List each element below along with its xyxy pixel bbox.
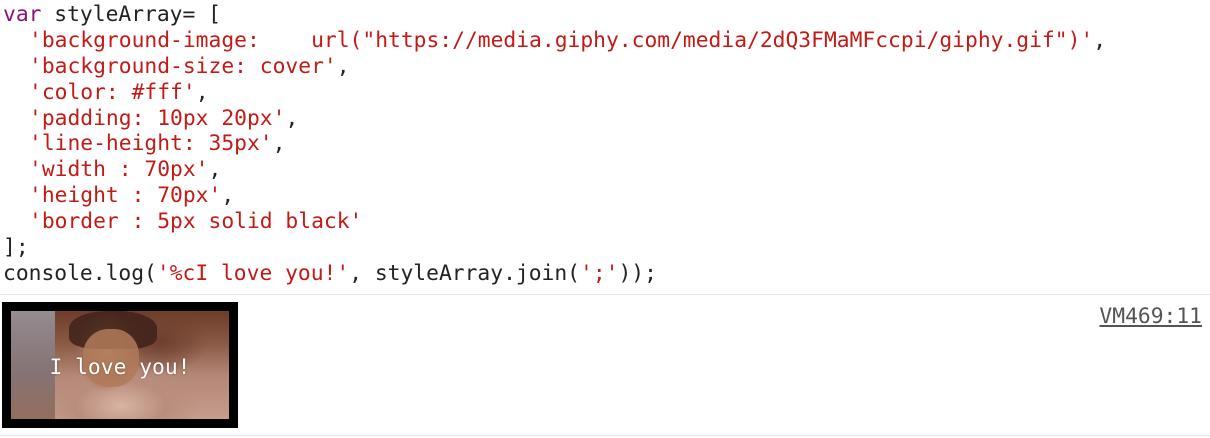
code-punct: , (272, 131, 286, 157)
code-punct: , (221, 183, 235, 209)
code-line: 'border : 5px solid black' (3, 209, 1203, 235)
code-line: 'background-size: cover', (3, 54, 1203, 80)
code-text: ]; (3, 235, 29, 261)
code-text: console.log( (3, 260, 157, 286)
code-line: 'background-image: url("https://media.gi… (3, 28, 1203, 54)
code-punct: , (336, 53, 350, 79)
string-literal: 'line-height: 35px' (29, 131, 273, 157)
code-line: 'color: #fff', (3, 80, 1203, 106)
string-literal: 'width : 70px' (29, 157, 209, 183)
code-punct: , (208, 157, 222, 183)
console-divider (0, 435, 1210, 436)
console-input-code: var styleArray= [ 'background-image: url… (3, 2, 1203, 287)
string-literal: 'background-image: url("https://media.gi… (29, 27, 1094, 53)
string-literal: '%cI love you!' (156, 260, 350, 286)
string-literal: ';' (580, 260, 619, 286)
string-literal: 'height : 70px' (29, 183, 222, 209)
var-keyword: var (3, 2, 42, 27)
styled-log-text: I love you! (49, 355, 191, 380)
code-line: ]; (3, 235, 1203, 261)
code-text: , styleArray.join( (349, 260, 580, 286)
string-literal: 'color: #fff' (29, 79, 196, 105)
code-punct: , (1093, 27, 1107, 53)
string-literal: 'border : 5px solid black' (29, 209, 363, 235)
code-punct: , (285, 105, 299, 131)
code-line: 'height : 70px', (3, 183, 1203, 209)
source-location-link[interactable]: VM469:11 (1099, 304, 1202, 330)
string-literal: 'padding: 10px 20px' (29, 105, 286, 131)
code-line: 'line-height: 35px', (3, 131, 1203, 157)
code-punct: , (195, 79, 209, 105)
styled-log-output: I love you! (2, 302, 238, 428)
code-line: console.log('%cI love you!', styleArray.… (3, 261, 1203, 287)
code-line: 'padding: 10px 20px', (3, 106, 1203, 132)
code-line: var styleArray= [ (3, 2, 1203, 28)
string-literal: 'background-size: cover' (29, 53, 337, 79)
code-text: styleArray= [ (41, 2, 221, 27)
console-output-row: I love you! VM469:11 (0, 295, 1210, 435)
code-line: 'width : 70px', (3, 157, 1203, 183)
code-text: )); (618, 260, 657, 286)
